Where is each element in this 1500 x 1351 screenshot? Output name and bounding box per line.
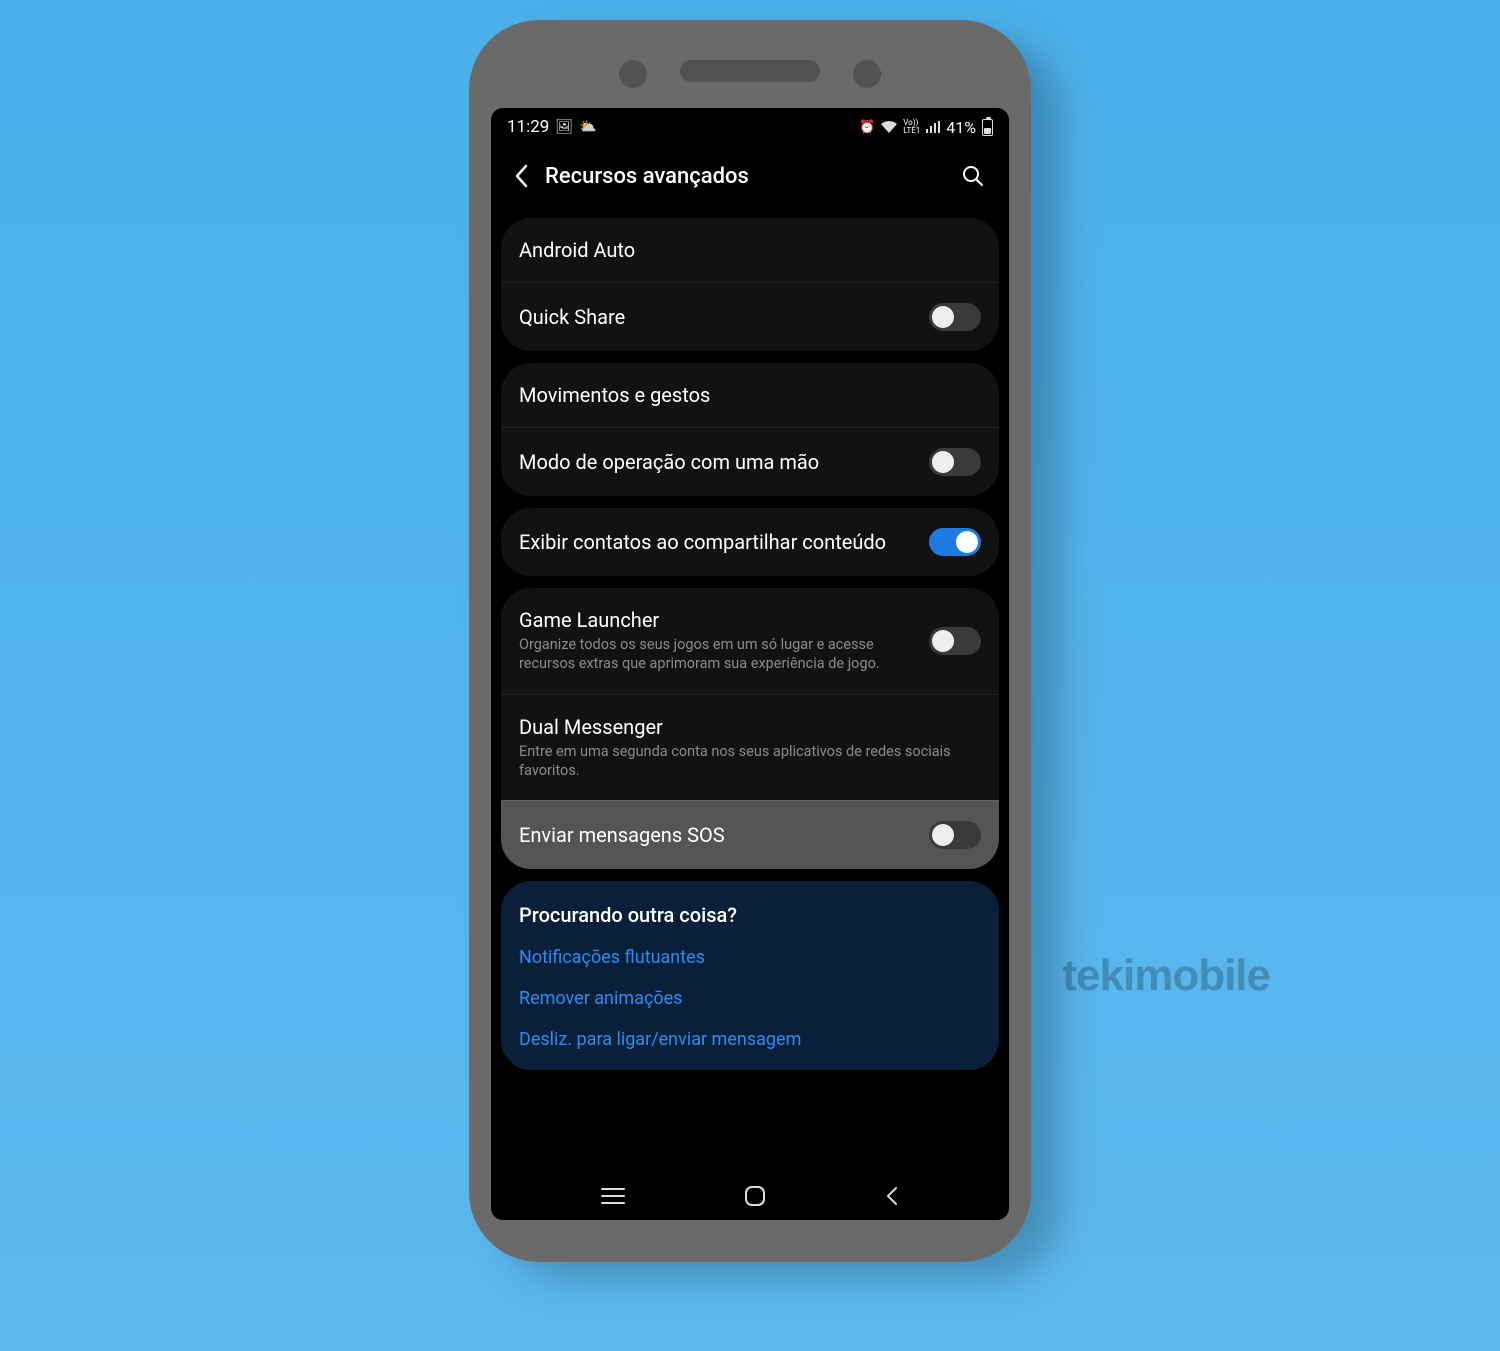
- row-motions-gestures[interactable]: Movimentos e gestos: [501, 363, 999, 427]
- search-icon: [961, 164, 985, 188]
- row-show-contacts-share[interactable]: Exibir contatos ao compartilhar conteúdo: [501, 508, 999, 576]
- row-title: Movimentos e gestos: [519, 383, 981, 407]
- row-title: Enviar mensagens SOS: [519, 823, 917, 847]
- battery-percent: 41%: [946, 118, 976, 137]
- content-scroll[interactable]: Android Auto Quick Share Movimentos e ge…: [491, 206, 1009, 1172]
- recents-icon: [600, 1186, 626, 1206]
- nav-recents-button[interactable]: [600, 1186, 626, 1206]
- chevron-left-icon: [514, 164, 528, 188]
- app-header: Recursos avançados: [491, 146, 1009, 206]
- row-title: Android Auto: [519, 238, 981, 262]
- link-floating-notifications[interactable]: Notificações flutuantes: [501, 937, 999, 978]
- search-button[interactable]: [953, 156, 993, 196]
- toggle-quick-share[interactable]: [929, 303, 981, 331]
- toggle-sos-messages[interactable]: [929, 821, 981, 849]
- toggle-one-hand-mode[interactable]: [929, 448, 981, 476]
- row-sos-messages[interactable]: Enviar mensagens SOS: [501, 800, 999, 869]
- wifi-icon: [881, 121, 897, 133]
- row-subtitle: Organize todos os seus jogos em um só lu…: [519, 636, 917, 674]
- settings-group-2: Movimentos e gestos Modo de operação com…: [501, 363, 999, 496]
- back-button[interactable]: [501, 156, 541, 196]
- link-remove-animations[interactable]: Remover animações: [501, 978, 999, 1019]
- row-title: Dual Messenger: [519, 715, 981, 739]
- row-title: Game Launcher: [519, 608, 917, 632]
- row-subtitle: Entre em uma segunda conta nos seus apli…: [519, 743, 981, 781]
- row-quick-share[interactable]: Quick Share: [501, 282, 999, 351]
- alarm-icon: ⏰: [859, 120, 875, 135]
- page-title: Recursos avançados: [545, 164, 953, 189]
- row-title: Quick Share: [519, 305, 917, 329]
- weather-icon: ⛅: [579, 119, 596, 135]
- row-dual-messenger[interactable]: Dual Messenger Entre em uma segunda cont…: [501, 694, 999, 801]
- phone-frame: 11:29 🖼 ⛅ ⏰ Vo))LTE1 41%: [469, 20, 1031, 1262]
- looking-for-title: Procurando outra coisa?: [501, 881, 999, 937]
- toggle-show-contacts-share[interactable]: [929, 528, 981, 556]
- settings-group-1: Android Auto Quick Share: [501, 218, 999, 351]
- screen: 11:29 🖼 ⛅ ⏰ Vo))LTE1 41%: [491, 108, 1009, 1220]
- phone-camera: [853, 60, 881, 88]
- nav-back-button[interactable]: [884, 1184, 900, 1208]
- status-bar: 11:29 🖼 ⛅ ⏰ Vo))LTE1 41%: [491, 108, 1009, 146]
- navigation-bar: [491, 1172, 1009, 1220]
- row-android-auto[interactable]: Android Auto: [501, 218, 999, 282]
- home-icon: [743, 1184, 767, 1208]
- looking-for-card: Procurando outra coisa? Notificações flu…: [501, 881, 999, 1070]
- signal-icon: [926, 121, 940, 133]
- phone-speaker: [680, 60, 820, 82]
- volte-icon: Vo))LTE1: [903, 119, 920, 135]
- settings-group-4: Game Launcher Organize todos os seus jog…: [501, 588, 999, 869]
- row-title: Exibir contatos ao compartilhar conteúdo: [519, 530, 917, 554]
- back-icon: [884, 1184, 900, 1208]
- toggle-game-launcher[interactable]: [929, 627, 981, 655]
- row-one-hand-mode[interactable]: Modo de operação com uma mão: [501, 427, 999, 496]
- watermark: tekimobile: [1062, 951, 1270, 1001]
- nav-home-button[interactable]: [743, 1184, 767, 1208]
- battery-icon: [982, 119, 993, 136]
- link-swipe-to-call[interactable]: Desliz. para ligar/enviar mensagem: [501, 1019, 999, 1070]
- settings-group-3: Exibir contatos ao compartilhar conteúdo: [501, 508, 999, 576]
- status-time: 11:29: [507, 117, 549, 137]
- row-title: Modo de operação com uma mão: [519, 450, 917, 474]
- image-icon: 🖼: [555, 119, 573, 135]
- row-game-launcher[interactable]: Game Launcher Organize todos os seus jog…: [501, 588, 999, 694]
- phone-sensor-left: [619, 60, 647, 88]
